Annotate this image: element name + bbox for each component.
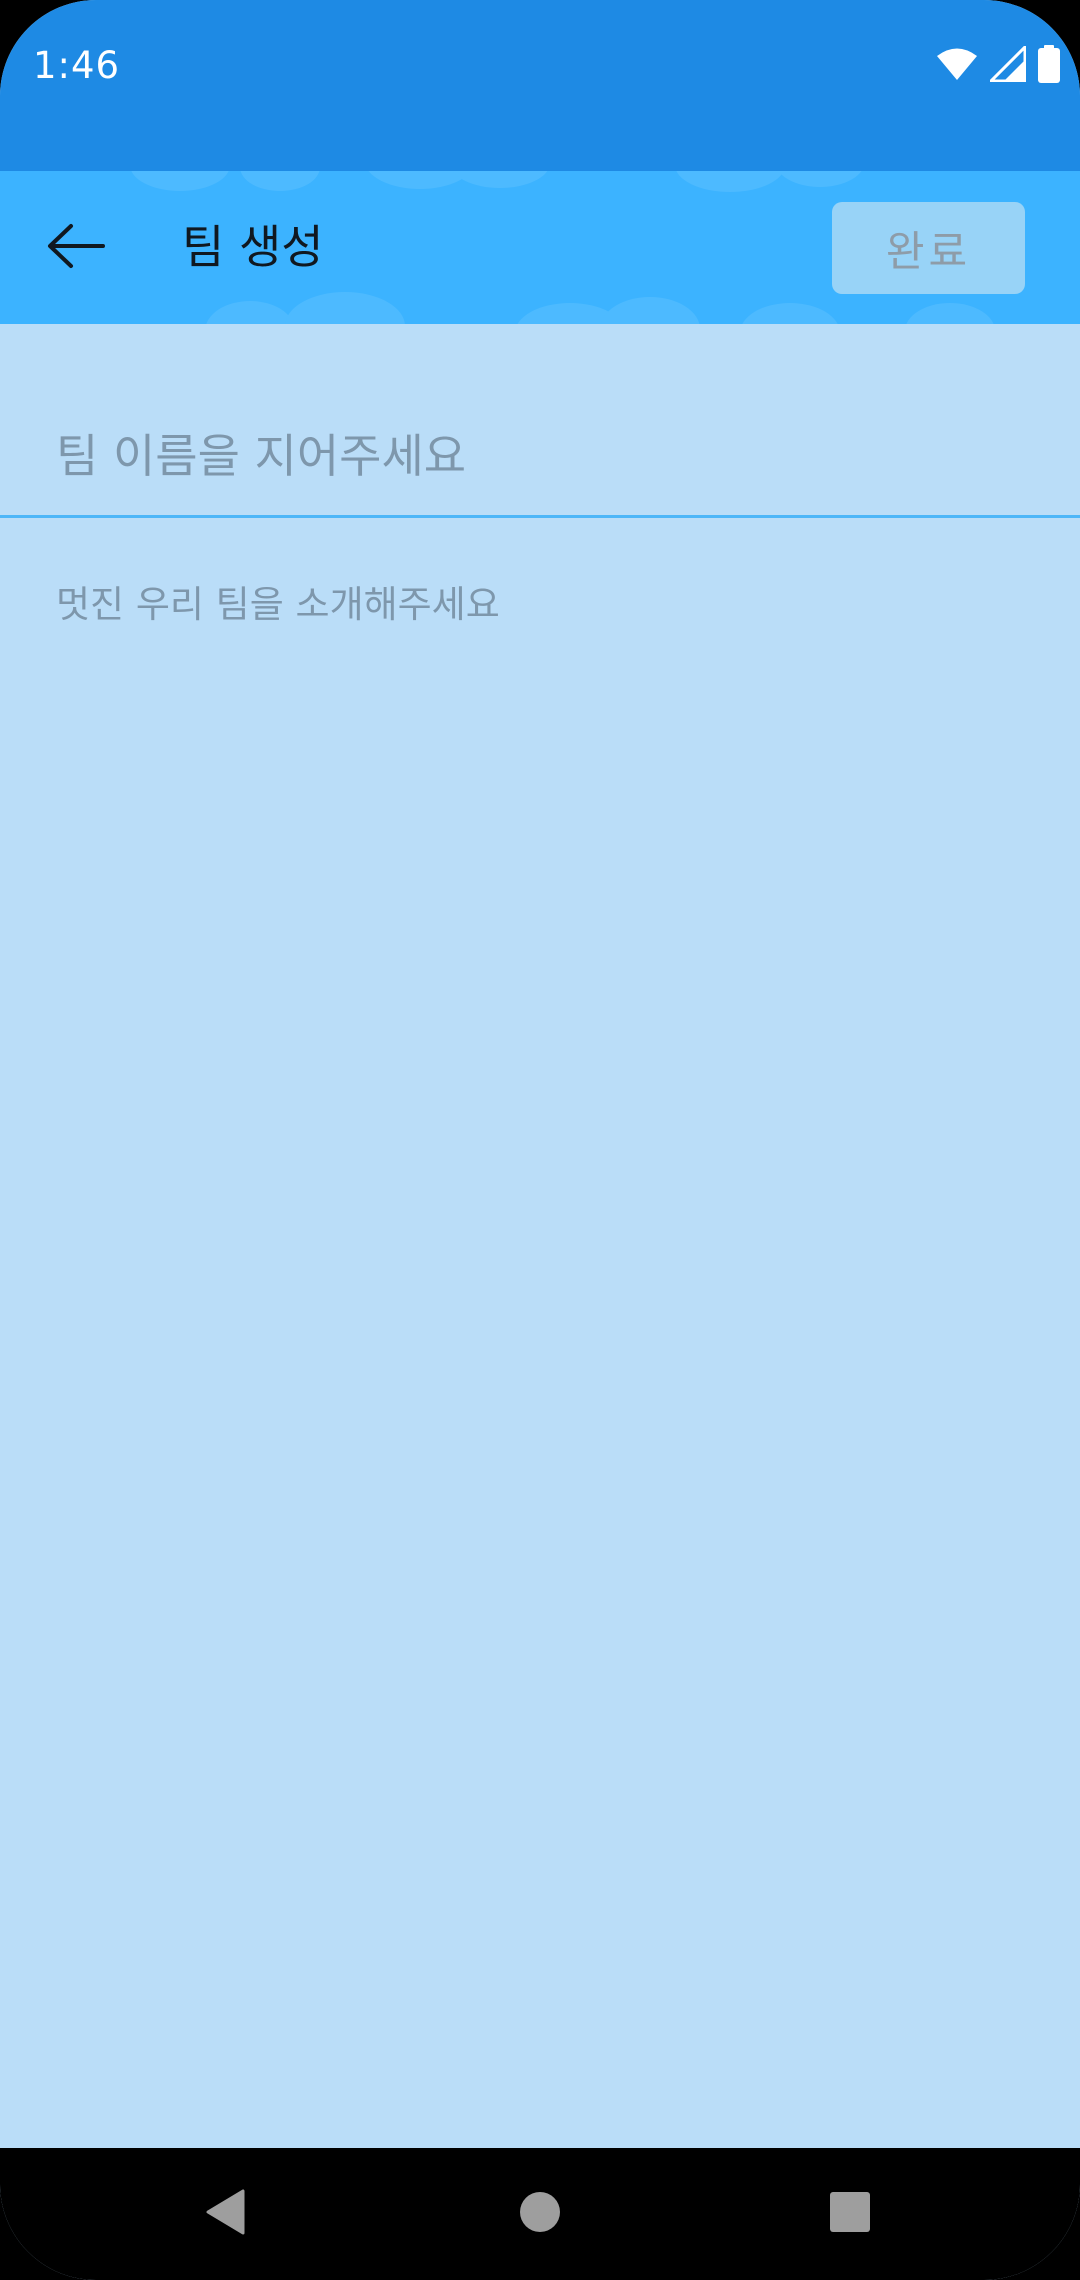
nav-recents-button[interactable] <box>790 2148 910 2280</box>
wifi-icon <box>936 47 978 85</box>
status-bar: 1:46 <box>0 0 1080 171</box>
phone-screen: 1:46 팀 생성 완료 팀 이름을 지어주세요 멋진 우리 팀을 소개해주세요 <box>0 0 1080 2280</box>
team-name-placeholder: 팀 이름을 지어주세요 <box>56 429 467 483</box>
arrow-left-icon <box>47 223 105 273</box>
status-icons <box>936 43 1060 87</box>
team-intro-field[interactable]: 멋진 우리 팀을 소개해주세요 <box>0 518 1080 2148</box>
page-title: 팀 생성 <box>182 220 324 274</box>
back-button[interactable] <box>36 208 116 288</box>
form-content: 팀 이름을 지어주세요 멋진 우리 팀을 소개해주세요 <box>0 324 1080 2148</box>
home-circle-icon <box>519 2191 561 2237</box>
team-name-field[interactable]: 팀 이름을 지어주세요 <box>0 324 1080 518</box>
nav-back-button[interactable] <box>165 2148 285 2280</box>
status-time: 1:46 <box>33 44 121 87</box>
done-button[interactable]: 완료 <box>832 202 1025 294</box>
app-bar: 팀 생성 완료 <box>0 171 1080 324</box>
recents-square-icon <box>829 2191 871 2237</box>
signal-icon <box>987 43 1027 86</box>
back-triangle-icon <box>205 2189 245 2239</box>
nav-home-button[interactable] <box>480 2148 600 2280</box>
battery-icon <box>1038 45 1060 87</box>
system-nav-bar <box>0 2148 1080 2280</box>
team-intro-placeholder: 멋진 우리 팀을 소개해주세요 <box>56 583 500 626</box>
